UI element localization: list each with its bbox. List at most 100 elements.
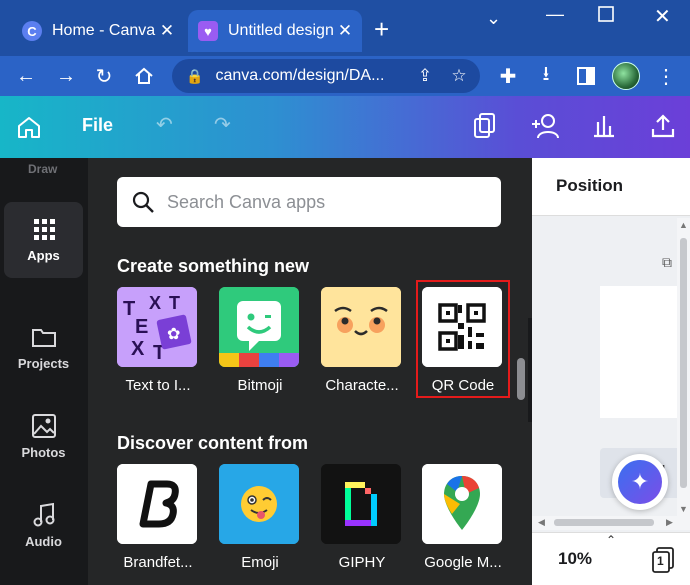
search-icon xyxy=(132,191,154,213)
app-label: GIPHY xyxy=(338,554,386,571)
section-heading-create: Create something new xyxy=(117,256,310,276)
magic-assistant-button[interactable]: ✦ xyxy=(612,454,668,510)
undo-icon[interactable]: ↶ xyxy=(156,112,173,137)
sidebar-item-label: Audio xyxy=(25,534,62,549)
maximize-icon[interactable] xyxy=(598,6,614,27)
scroll-right-arrow-icon: ▶ xyxy=(666,517,673,527)
svg-text:T: T xyxy=(123,298,135,320)
app-google-maps[interactable]: Google M... xyxy=(422,464,504,571)
tab-title: Untitled design xyxy=(228,22,334,39)
scroll-up-arrow-icon: ▲ xyxy=(679,220,688,230)
giphy-logo-icon xyxy=(321,464,401,544)
tab-search-chevron-icon[interactable]: ⌄ xyxy=(486,8,501,29)
resize-copy-icon[interactable] xyxy=(474,113,496,145)
copy-page-icon[interactable]: ⧉ xyxy=(662,254,672,271)
share-icon[interactable]: ⇪ xyxy=(412,66,438,86)
more-menu-icon[interactable]: ⋮ xyxy=(652,62,680,90)
address-bar[interactable]: 🔒 canva.com/design/DA... ⇪ ☆ xyxy=(172,59,480,93)
home-icon[interactable] xyxy=(130,62,158,90)
app-label: Emoji xyxy=(241,554,279,571)
position-toolbar: Position xyxy=(532,158,690,216)
browser-toolbar: ← → ↻ 🔒 canva.com/design/DA... ⇪ ☆ ✚ ⭳ ⋮ xyxy=(0,56,690,96)
section-heading-discover: Discover content from xyxy=(117,433,309,453)
canva-favicon-icon: C xyxy=(22,21,42,41)
share-upload-icon[interactable] xyxy=(650,113,676,145)
bookmark-star-icon[interactable]: ☆ xyxy=(446,66,472,86)
sidebar-item-apps[interactable]: Apps xyxy=(4,202,83,278)
app-bitmoji[interactable]: Bitmoji xyxy=(219,287,301,394)
google-maps-pin-icon xyxy=(422,464,502,544)
side-panel-icon[interactable] xyxy=(572,62,600,90)
svg-text:E: E xyxy=(135,316,148,338)
position-button[interactable]: Position xyxy=(556,176,623,196)
sidebar-item-label: Projects xyxy=(17,356,70,371)
apps-grid-icon xyxy=(33,219,55,240)
character-face-thumbnail-icon xyxy=(321,287,401,367)
tab-close-icon[interactable]: ✕ xyxy=(334,21,356,41)
browser-tab-strip: C Home - Canva ✕ ♥ Untitled design ✕ + ⌄… xyxy=(0,0,690,56)
tab-home-canva[interactable]: C Home - Canva ✕ xyxy=(12,10,184,52)
image-icon xyxy=(31,414,56,438)
folder-icon xyxy=(31,329,56,347)
insights-chart-icon[interactable] xyxy=(592,114,616,144)
sidebar-item-label: Apps xyxy=(27,248,60,263)
sidebar-item-label: Photos xyxy=(21,445,66,460)
minimize-icon[interactable]: — xyxy=(546,4,564,25)
forward-arrow-icon[interactable]: → xyxy=(52,62,80,90)
sparkle-icon: ✦ xyxy=(618,460,662,504)
scroll-thumb[interactable] xyxy=(680,238,687,488)
horizontal-scrollbar[interactable]: ◀ ▶ xyxy=(532,516,690,530)
scroll-down-arrow-icon: ▼ xyxy=(679,504,688,514)
editor-bottom-bar: ⌃ 10% 1 xyxy=(532,532,690,585)
app-label: Google M... xyxy=(424,554,502,571)
tab-close-icon[interactable]: ✕ xyxy=(156,21,178,41)
bitmoji-thumbnail-icon xyxy=(219,287,299,367)
sidebar-item-photos[interactable]: Photos xyxy=(4,399,83,475)
tab-untitled-design[interactable]: ♥ Untitled design ✕ xyxy=(188,10,362,52)
page-count-icon[interactable]: 1 xyxy=(652,547,674,573)
apps-panel: Create something new T X T E X T ✿ Text … xyxy=(88,158,532,585)
add-collaborator-icon[interactable] xyxy=(530,112,562,146)
scroll-left-arrow-icon: ◀ xyxy=(538,517,545,527)
url-text: canva.com/design/DA... xyxy=(215,67,385,84)
profile-avatar[interactable] xyxy=(612,62,640,90)
download-icon[interactable]: ⭳ xyxy=(532,62,560,90)
app-brandfetch[interactable]: Brandfet... xyxy=(117,464,199,571)
window-close-icon[interactable]: ✕ xyxy=(654,4,671,29)
app-label: Text to I... xyxy=(125,377,191,394)
app-emoji[interactable]: Emoji xyxy=(219,464,301,571)
new-tab-button[interactable]: + xyxy=(374,16,389,42)
editor-canvas-area: Position ⧉ d ▲ ▼ ◀ ▶ ✦ ⌃ 10% 1 xyxy=(532,158,690,585)
qr-code-highlight-box xyxy=(416,280,510,398)
brandfetch-logo-icon xyxy=(117,464,197,544)
emoji-winking-face-icon xyxy=(219,464,299,544)
svg-text:✿: ✿ xyxy=(167,324,180,343)
zoom-level[interactable]: 10% xyxy=(558,549,592,569)
search-input[interactable] xyxy=(167,191,467,213)
app-giphy[interactable]: GIPHY xyxy=(321,464,403,571)
redo-icon[interactable]: ↷ xyxy=(214,112,231,137)
tab-title: Home - Canva xyxy=(52,22,156,39)
panel-scrollbar[interactable] xyxy=(517,358,525,400)
search-box[interactable] xyxy=(117,177,501,227)
sidebar-item-audio[interactable]: Audio xyxy=(4,488,83,564)
page-count: 1 xyxy=(657,554,664,568)
svg-text:T: T xyxy=(169,293,180,313)
heart-favicon-icon: ♥ xyxy=(198,21,218,41)
app-characters[interactable]: Characte... xyxy=(321,287,403,394)
sidebar-item-draw-partial[interactable]: Draw xyxy=(28,162,57,176)
app-label: Characte... xyxy=(325,377,399,394)
back-arrow-icon[interactable]: ← xyxy=(12,62,40,90)
vertical-scrollbar[interactable]: ▲ ▼ xyxy=(677,218,690,518)
chevron-up-icon[interactable]: ⌃ xyxy=(606,533,616,547)
home-icon[interactable] xyxy=(16,114,42,146)
svg-text:X: X xyxy=(131,338,145,360)
h-scroll-thumb[interactable] xyxy=(554,519,654,526)
file-menu-button[interactable]: File xyxy=(82,115,113,136)
app-label: Brandfet... xyxy=(123,554,193,571)
left-sidebar: Draw Apps Projects Photos Audio xyxy=(0,158,88,585)
app-text-to-image[interactable]: T X T E X T ✿ Text to I... xyxy=(117,287,199,394)
extensions-puzzle-icon[interactable]: ✚ xyxy=(494,62,522,90)
sidebar-item-projects[interactable]: Projects xyxy=(4,310,83,386)
reload-icon[interactable]: ↻ xyxy=(90,62,118,90)
